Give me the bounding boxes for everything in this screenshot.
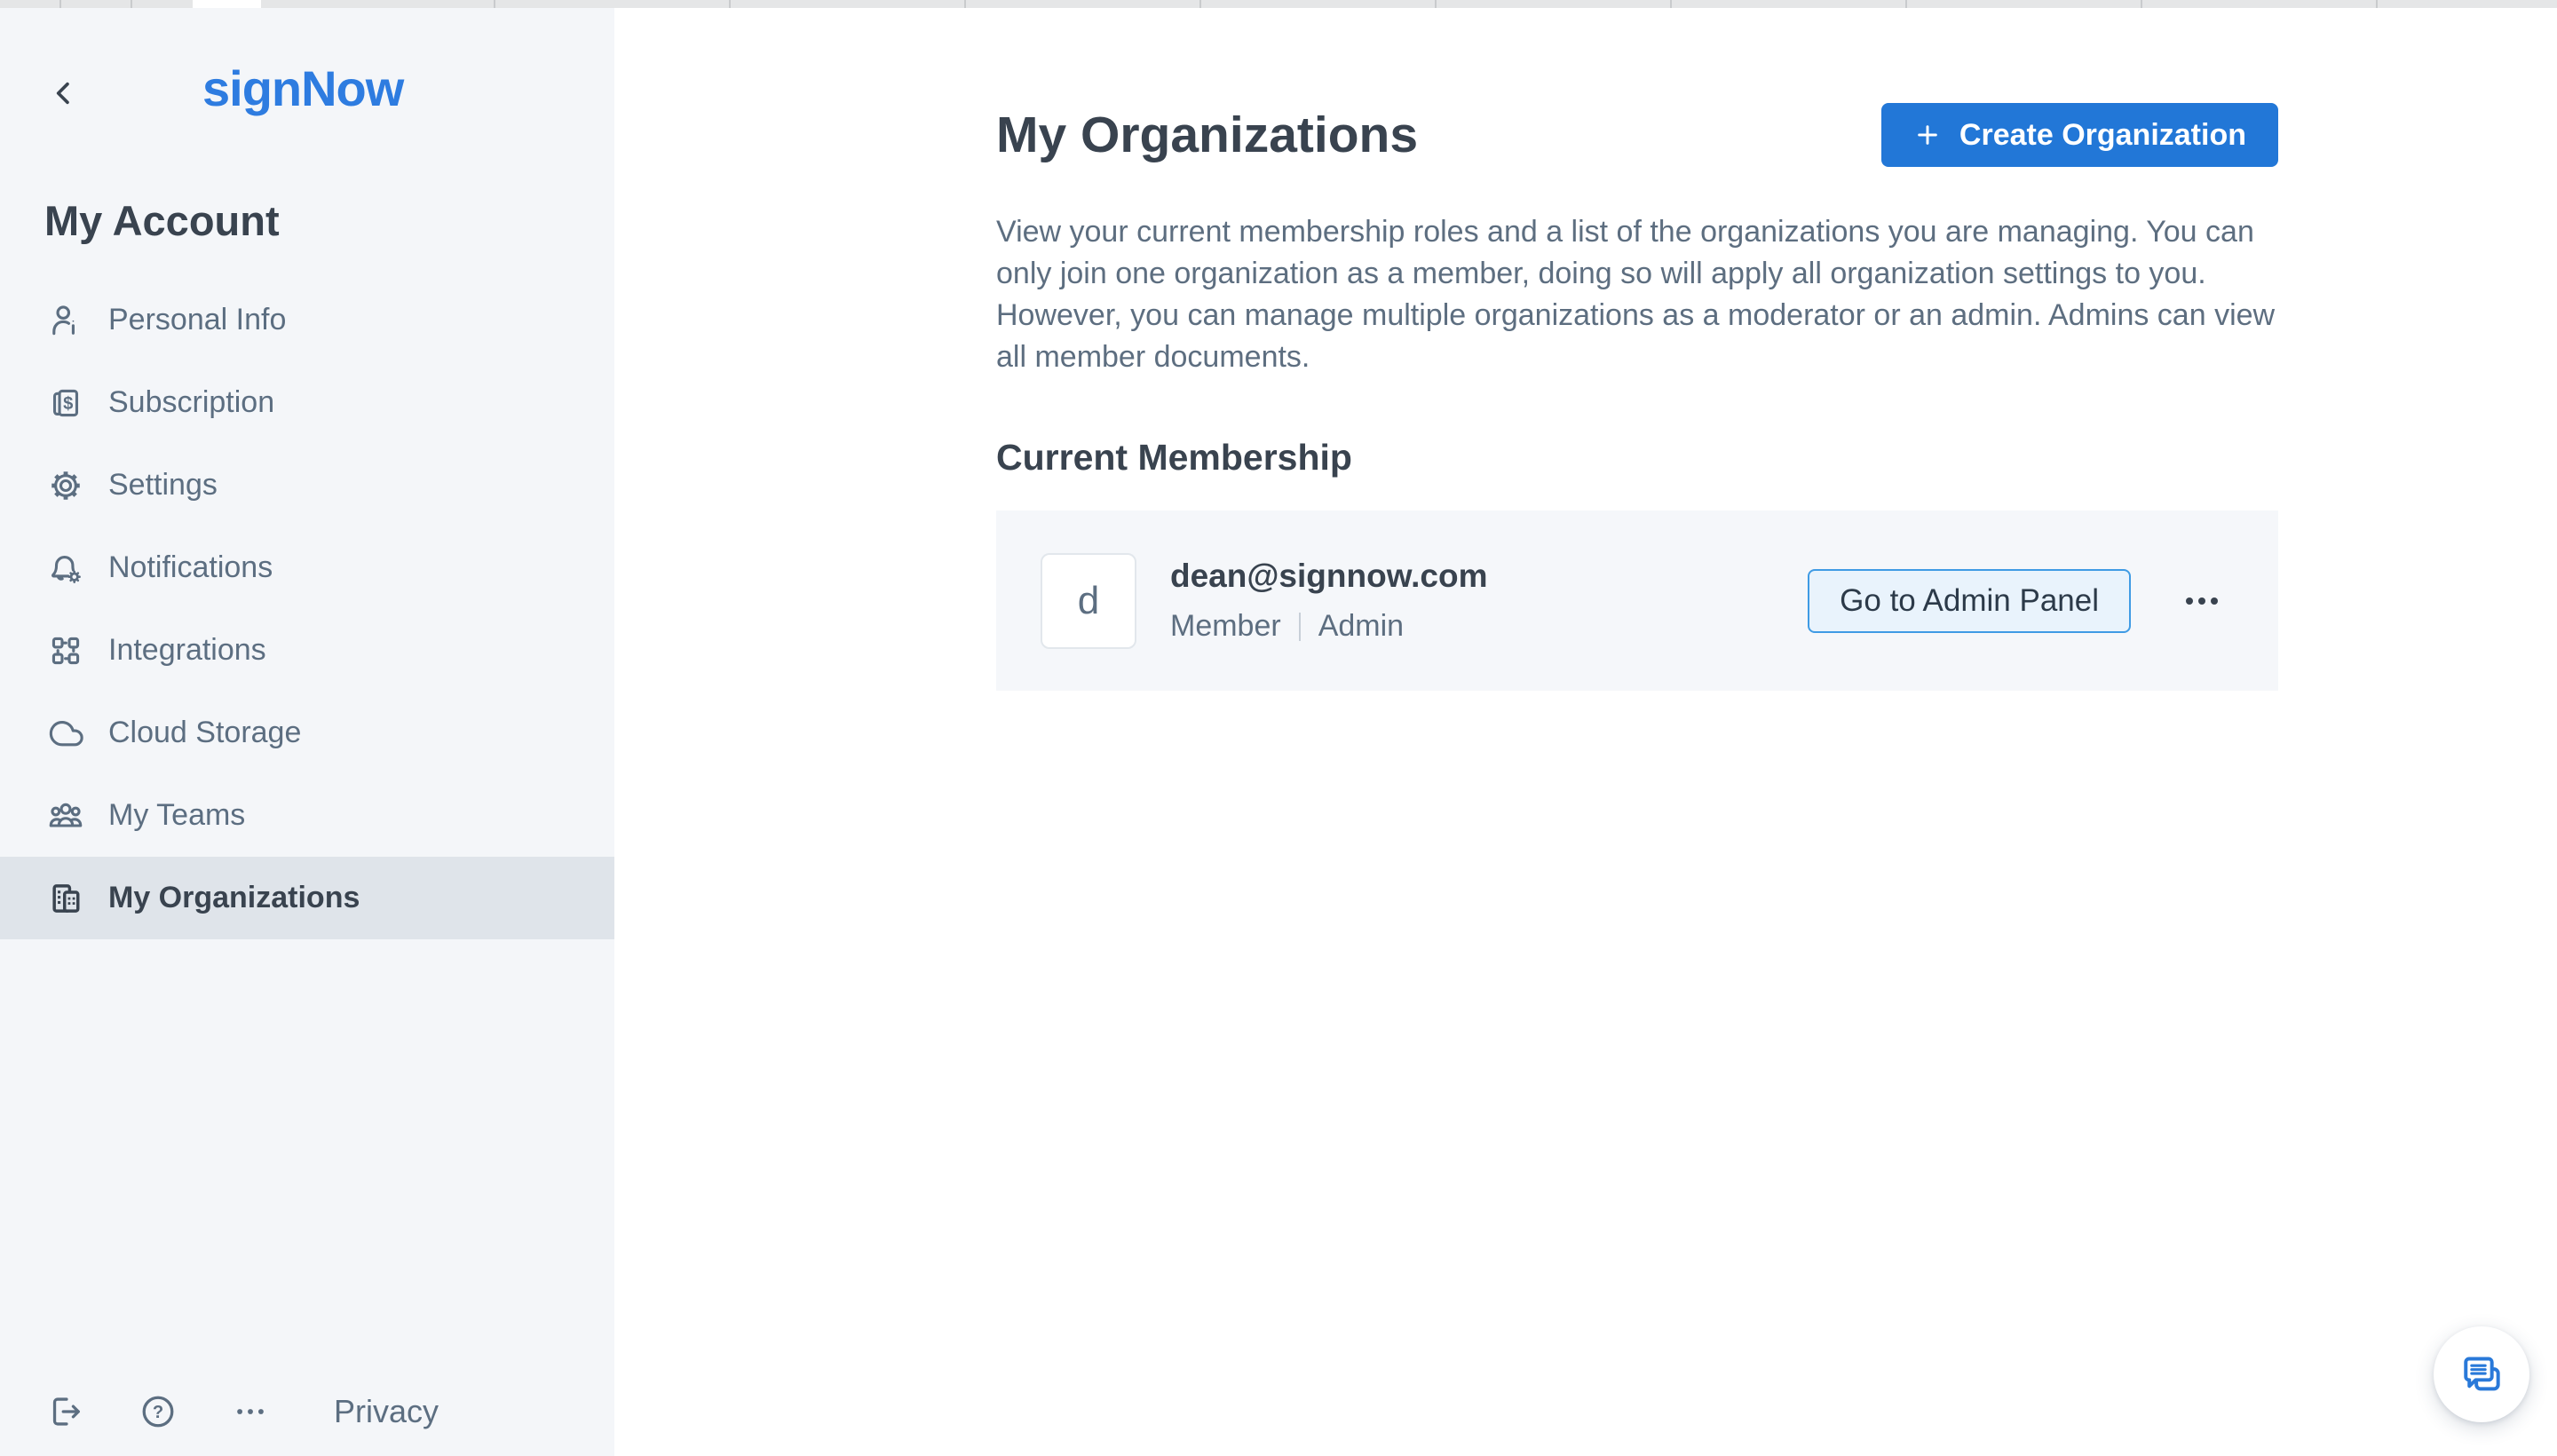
sidebar-item-personal-info[interactable]: Personal Info: [0, 279, 614, 361]
chevron-left-icon: [56, 82, 69, 105]
page-description: View your current membership roles and a…: [996, 215, 2276, 374]
sidebar-item-label: My Organizations: [108, 881, 360, 914]
sidebar: signNow My Account Personal Info $ Subsc…: [0, 8, 614, 1456]
integrations-icon: [46, 631, 85, 670]
help-icon[interactable]: ?: [139, 1392, 178, 1431]
back-button[interactable]: [43, 72, 85, 115]
sidebar-item-notifications[interactable]: Notifications: [0, 526, 614, 609]
chat-fab-button[interactable]: [2434, 1326, 2529, 1422]
cloud-icon: [46, 714, 85, 753]
privacy-link[interactable]: Privacy: [334, 1393, 439, 1430]
sidebar-item-subscription[interactable]: $ Subscription: [0, 361, 614, 444]
more-dots-icon[interactable]: [231, 1392, 270, 1431]
logout-icon[interactable]: [46, 1392, 85, 1431]
sidebar-item-my-teams[interactable]: My Teams: [0, 774, 614, 857]
main-area: My Organizations Create Organization Vie…: [614, 8, 2557, 1456]
sidebar-item-label: Settings: [108, 468, 218, 502]
ellipsis-icon[interactable]: [2182, 589, 2221, 613]
plus-icon: [1918, 125, 1937, 145]
role-divider: [1298, 612, 1301, 641]
chat-bubbles-icon: [2464, 1357, 2500, 1391]
people-icon: [46, 796, 85, 835]
role-admin: Admin: [1318, 609, 1405, 643]
sidebar-item-label: Cloud Storage: [108, 716, 302, 749]
member-email: dean@signnow.com: [1170, 558, 1488, 594]
sidebar-heading: My Account: [44, 197, 280, 244]
browser-tab-strip: [0, 0, 2557, 8]
signnow-logo[interactable]: signNow: [202, 59, 404, 117]
sidebar-item-my-organizations[interactable]: My Organizations: [0, 857, 614, 939]
svg-text:?: ?: [153, 1403, 163, 1422]
sidebar-item-label: Subscription: [108, 385, 275, 419]
svg-text:$: $: [63, 393, 73, 413]
create-organization-button[interactable]: Create Organization: [1880, 103, 2278, 167]
bell-gear-icon: [46, 549, 85, 588]
sidebar-item-cloud-storage[interactable]: Cloud Storage: [0, 692, 614, 774]
sidebar-item-label: Integrations: [108, 633, 266, 667]
sidebar-item-integrations[interactable]: Integrations: [0, 609, 614, 692]
member-roles: Member Admin: [1170, 609, 1487, 644]
role-member: Member: [1170, 609, 1281, 643]
sidebar-item-label: Personal Info: [108, 303, 287, 336]
avatar: d: [1041, 552, 1136, 649]
sidebar-item-settings[interactable]: Settings: [0, 444, 614, 526]
membership-card: d dean@signnow.com Member Admin Go to Ad…: [996, 510, 2278, 691]
sidebar-item-label: My Teams: [108, 798, 246, 832]
sidebar-menu: Personal Info $ Subscription Settings No…: [0, 279, 614, 939]
subscription-icon: $: [46, 384, 85, 423]
go-to-admin-panel-button[interactable]: Go to Admin Panel: [1808, 568, 2131, 633]
buildings-icon: [46, 879, 85, 918]
section-heading: Current Membership: [996, 437, 1352, 478]
sidebar-footer: ? Privacy: [46, 1392, 439, 1431]
page-title: My Organizations: [996, 107, 1419, 163]
gear-icon: [46, 466, 85, 505]
sidebar-item-label: Notifications: [108, 550, 273, 584]
person-info-icon: [46, 301, 85, 340]
